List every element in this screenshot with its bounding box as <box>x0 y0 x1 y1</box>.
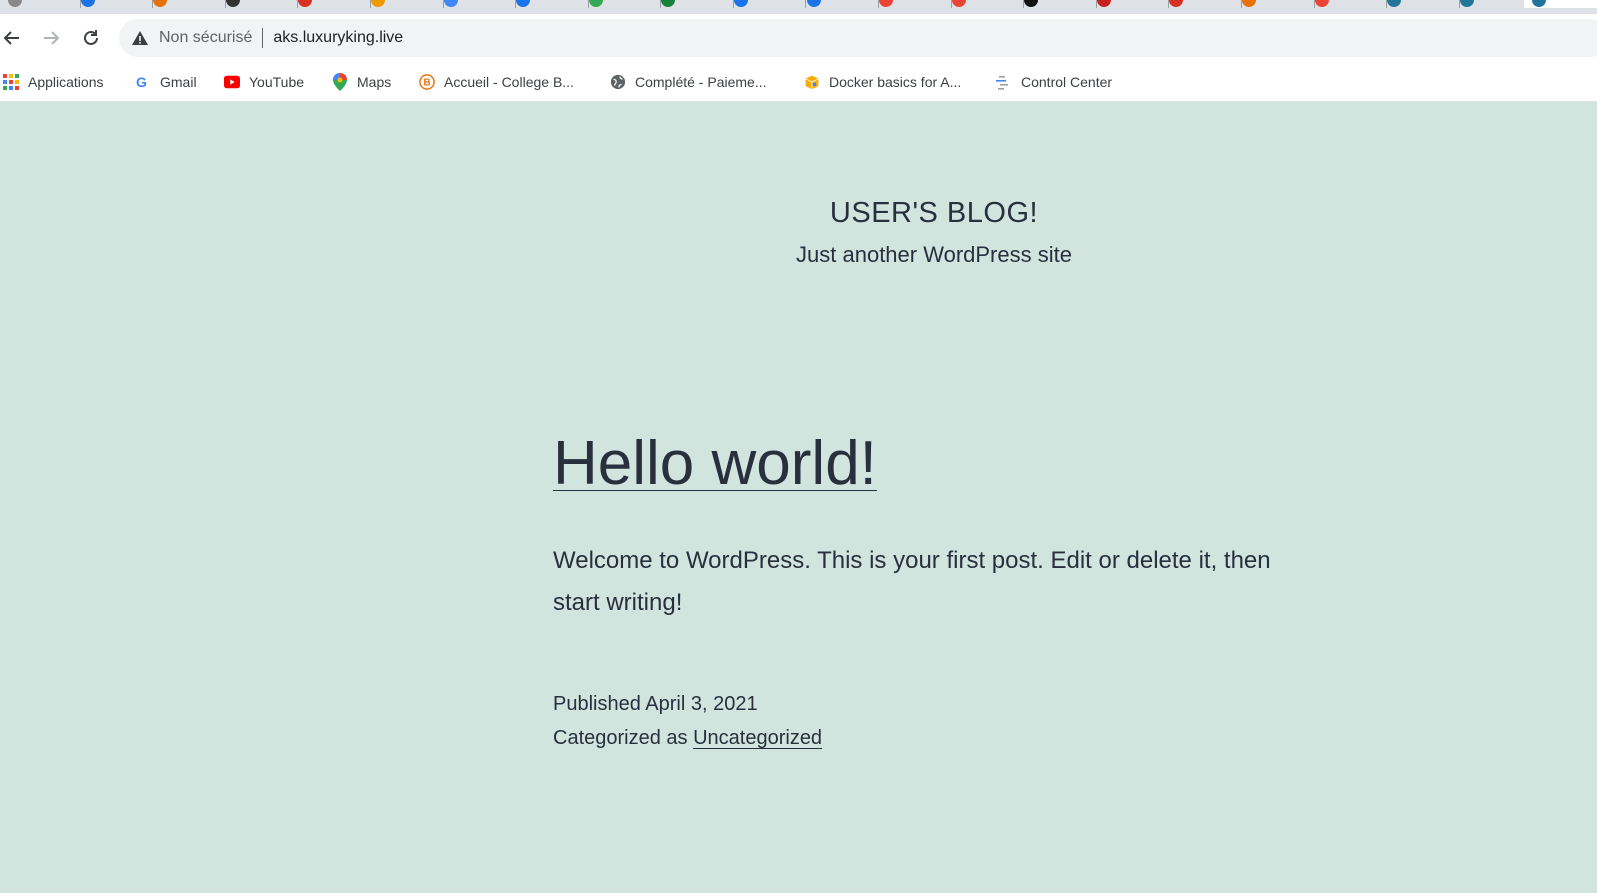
site-title[interactable]: USER'S BLOG! <box>0 197 1597 230</box>
browser-tab[interactable] <box>1161 0 1243 8</box>
browser-tab[interactable] <box>1234 0 1315 8</box>
address-bar[interactable]: Non sécurisé aks.luxuryking.live <box>119 19 1597 57</box>
browser-tab[interactable] <box>726 0 807 8</box>
url-text[interactable]: aks.luxuryking.live <box>273 29 403 47</box>
college-icon: B <box>419 74 435 90</box>
bookmark-youtube[interactable]: YouTube <box>224 70 304 94</box>
tab-favicon-icon <box>661 0 676 7</box>
apps-grid-icon <box>3 74 19 90</box>
browser-tab[interactable] <box>290 0 371 8</box>
tab-favicon-icon <box>733 0 748 7</box>
bookmarks-bar: Applications G Gmail YouTube Maps B Accu… <box>0 64 1597 102</box>
bookmark-control-center[interactable]: Control Center <box>996 70 1112 94</box>
browser-tab[interactable] <box>218 0 299 8</box>
browser-tab[interactable] <box>944 0 1025 8</box>
tab-favicon-icon <box>951 0 966 7</box>
tab-favicon-icon <box>1169 0 1184 7</box>
tab-favicon-icon <box>1242 0 1257 7</box>
browser-tab[interactable] <box>581 0 662 8</box>
bookmark-label: Complété - Paieme... <box>635 74 767 90</box>
tab-favicon-icon <box>1314 0 1329 7</box>
tab-favicon-icon <box>1459 0 1474 7</box>
bookmark-label: Applications <box>28 74 104 90</box>
browser-tab[interactable] <box>1524 0 1597 8</box>
browser-tab[interactable] <box>1307 0 1388 8</box>
tab-favicon-icon <box>443 0 458 7</box>
control-center-icon <box>996 74 1012 90</box>
tab-favicon-icon <box>370 0 385 7</box>
tab-favicon-icon <box>516 0 531 7</box>
browser-tab[interactable] <box>1089 0 1170 8</box>
tab-favicon-icon <box>1532 0 1547 7</box>
forward-button[interactable] <box>37 24 65 52</box>
browser-tab[interactable] <box>653 0 734 8</box>
browser-tab[interactable] <box>145 0 226 8</box>
globe-icon <box>610 74 626 90</box>
back-button[interactable] <box>0 24 26 52</box>
tab-favicon-icon <box>1387 0 1402 7</box>
bookmark-label: Control Center <box>1021 74 1113 90</box>
category-label: Categorized as <box>553 727 688 749</box>
post-body: Welcome to WordPress. This is your first… <box>553 547 1271 616</box>
tab-favicon-icon <box>1096 0 1111 7</box>
google-icon: G <box>135 74 151 90</box>
browser-tab[interactable] <box>0 0 81 8</box>
youtube-icon <box>224 74 240 90</box>
box-icon <box>804 74 820 90</box>
bookmark-label: YouTube <box>249 74 305 90</box>
browser-tab[interactable] <box>1379 0 1460 8</box>
warning-icon <box>132 31 148 45</box>
tab-favicon-icon <box>1024 0 1039 7</box>
browser-tab[interactable] <box>508 0 589 8</box>
tab-favicon-icon <box>806 0 821 7</box>
category-link[interactable]: Uncategorized <box>693 727 822 749</box>
maps-pin-icon <box>332 73 348 91</box>
browser-tab[interactable] <box>436 0 517 8</box>
tab-favicon-icon <box>225 0 240 7</box>
bookmark-label: Gmail <box>160 74 197 90</box>
bookmark-accueil-college[interactable]: B Accueil - College B... <box>419 70 574 94</box>
browser-tab[interactable] <box>871 0 952 8</box>
site-description: Just another WordPress site <box>796 242 1072 267</box>
reload-icon <box>84 30 98 45</box>
reload-button[interactable] <box>77 24 105 52</box>
arrow-left-icon <box>3 31 19 45</box>
security-label[interactable]: Non sécurisé <box>159 29 252 47</box>
bookmark-docker-basics[interactable]: Docker basics for A... <box>804 70 961 94</box>
tab-favicon-icon <box>153 0 168 7</box>
post-category-meta: Categorized as Uncategorized <box>553 727 822 750</box>
browser-tab[interactable] <box>1452 0 1533 8</box>
published-date: April 3, 2021 <box>645 693 758 715</box>
browser-toolbar: Non sécurisé aks.luxuryking.live <box>0 14 1597 64</box>
svg-text:B: B <box>423 78 430 89</box>
bookmark-label: Maps <box>357 74 392 90</box>
tab-strip <box>0 0 1597 14</box>
published-label: Published <box>553 693 641 715</box>
tab-favicon-icon <box>8 0 22 7</box>
browser-tab[interactable] <box>799 0 880 8</box>
tab-favicon-icon <box>588 0 603 7</box>
bookmark-gmail[interactable]: G Gmail <box>135 70 197 94</box>
svg-text:G: G <box>136 74 147 90</box>
bookmark-applications[interactable]: Applications <box>3 70 104 94</box>
bookmark-complete-paiement[interactable]: Complété - Paieme... <box>610 70 767 94</box>
browser-tab[interactable] <box>363 0 444 8</box>
bookmark-label: Docker basics for A... <box>829 74 962 90</box>
browser-tab[interactable] <box>1016 0 1097 8</box>
bookmark-maps[interactable]: Maps <box>332 70 391 94</box>
tab-favicon-icon <box>298 0 313 7</box>
post-published-meta: Published April 3, 2021 <box>553 693 758 716</box>
browser-tab[interactable] <box>73 0 154 8</box>
bookmark-label: Accueil - College B... <box>444 74 574 90</box>
post-title-link[interactable]: Hello world! <box>553 429 877 498</box>
address-divider <box>262 28 264 48</box>
tab-favicon-icon <box>879 0 894 7</box>
tab-favicon-icon <box>80 0 95 7</box>
arrow-right-icon <box>44 31 60 45</box>
